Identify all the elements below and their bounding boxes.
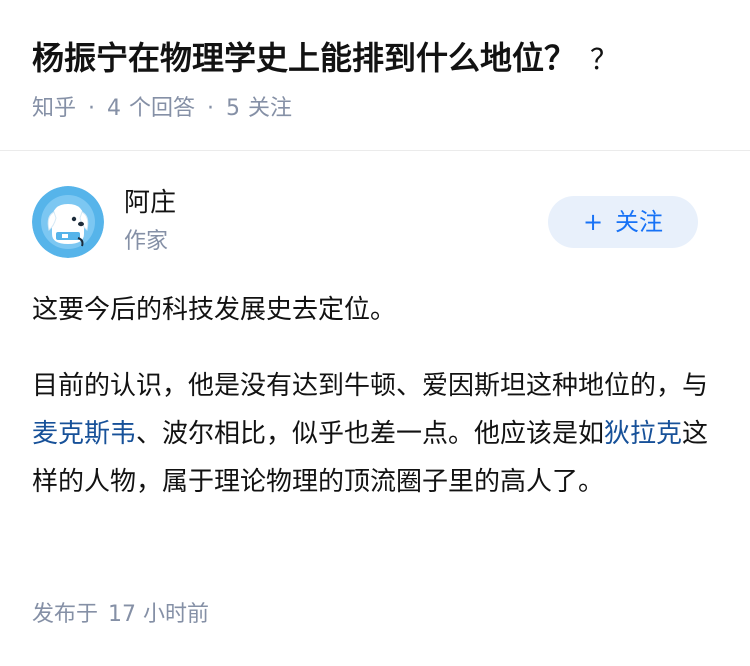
published-label: 发布于	[32, 602, 99, 627]
author-avatar[interactable]	[32, 186, 104, 258]
author-headline: 作家	[124, 229, 169, 254]
follower-count: 5	[226, 96, 241, 121]
publish-timestamp: 发布于 17 小时前	[32, 598, 209, 632]
meta-separator: ·	[207, 96, 215, 121]
meta-separator: ·	[88, 96, 96, 121]
source-label: 知乎	[32, 96, 77, 121]
plus-icon: +	[582, 208, 604, 236]
question-title-suffix: ？	[590, 43, 619, 76]
divider	[0, 150, 750, 151]
follow-button-label: 关注	[615, 208, 664, 236]
follow-button[interactable]: + 关注	[548, 196, 698, 248]
dog-avatar-icon	[32, 186, 104, 258]
link-maxwell[interactable]: 麦克斯韦	[32, 419, 136, 449]
question-meta: 知乎 · 4 个回答 · 5 关注	[32, 92, 292, 126]
question-title[interactable]: 杨振宁在物理学史上能排到什么地位？ ？	[32, 36, 722, 82]
answer-content: 这要今后的科技发展史去定位。 目前的认识，他是没有达到牛顿、爱因斯坦这种地位的，…	[32, 286, 718, 534]
follower-count-label: 关注	[248, 96, 293, 121]
question-title-text[interactable]: 杨振宁在物理学史上能排到什么地位？	[32, 39, 576, 77]
answer-paragraph: 目前的认识，他是没有达到牛顿、爱因斯坦这种地位的，与麦克斯韦、波尔相比，似乎也差…	[32, 362, 718, 506]
answer-count-label: 个回答	[129, 96, 196, 121]
answer-count: 4	[107, 96, 122, 121]
author-name[interactable]: 阿庄	[124, 184, 176, 222]
link-dirac[interactable]: 狄拉克	[604, 419, 682, 449]
answer-paragraph: 这要今后的科技发展史去定位。	[32, 286, 718, 334]
answer-text: 、波尔相比，似乎也差一点。他应该是如	[136, 419, 605, 449]
published-time: 17 小时前	[108, 602, 210, 627]
answer-text: 这要今后的科技发展史去定位。	[32, 295, 397, 325]
answer-text: 目前的认识，他是没有达到牛顿、爱因斯坦这种地位的，与	[32, 371, 709, 401]
